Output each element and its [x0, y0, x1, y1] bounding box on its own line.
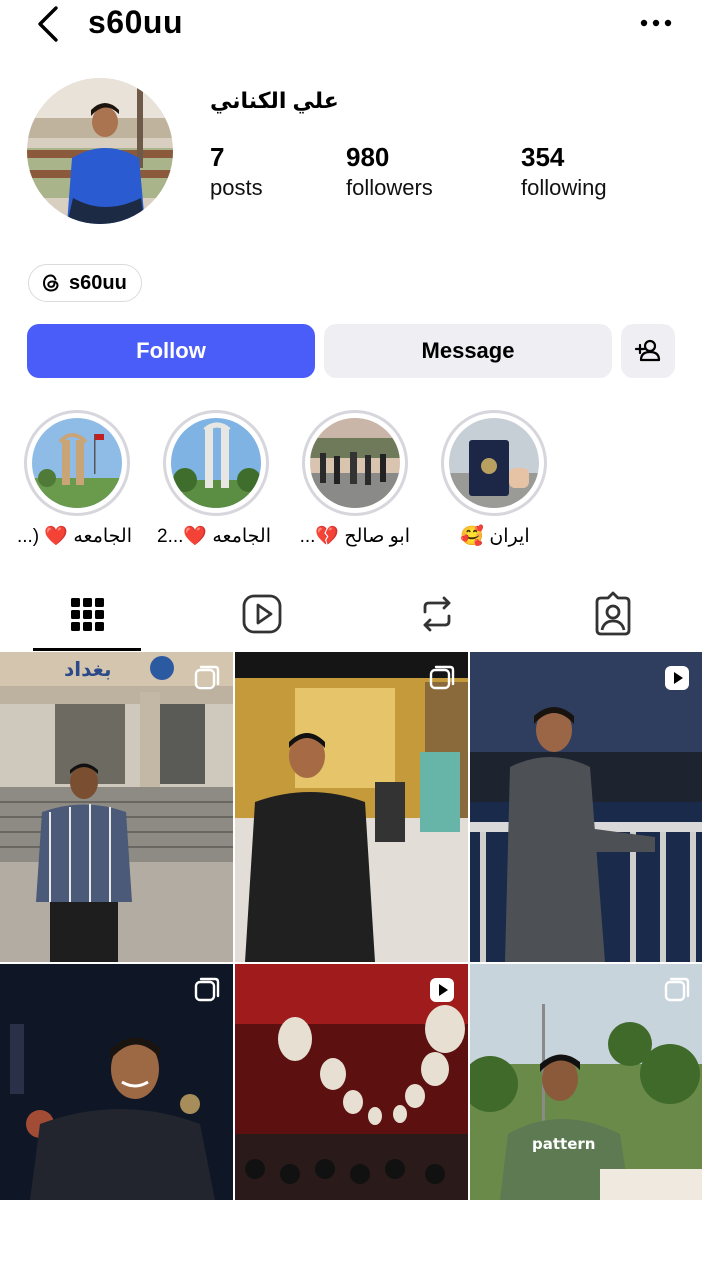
highlight-ring — [441, 410, 547, 516]
highlight-label: الجامعه ❤️ (... — [16, 526, 132, 547]
message-button[interactable]: Message — [324, 324, 612, 378]
repost-icon[interactable] — [413, 590, 461, 638]
post-shirt-text: pattern — [532, 1135, 595, 1153]
posts-count: 7 — [210, 142, 225, 172]
highlight-item[interactable]: الجامعه ❤️ (... — [16, 410, 132, 548]
post-thumbnail[interactable] — [235, 652, 468, 962]
more-horizontal-icon[interactable] — [636, 6, 676, 40]
threads-badge[interactable]: s60uu — [28, 264, 142, 302]
avatar[interactable] — [27, 78, 173, 224]
highlight-item[interactable]: الجامعه ❤️...2 — [156, 410, 271, 548]
active-tab-indicator — [33, 648, 141, 651]
followers-label: followers — [346, 175, 433, 200]
highlight-cover — [32, 418, 122, 508]
highlight-label: ايران 🥰 — [460, 526, 530, 547]
follow-button[interactable]: Follow — [27, 324, 315, 378]
followers-stat[interactable]: 980 followers — [346, 142, 433, 201]
post-thumbnail[interactable] — [0, 964, 233, 1274]
grid-icon[interactable] — [63, 590, 111, 638]
threads-icon — [42, 274, 59, 292]
post-sign-text: بغداد — [64, 657, 111, 681]
highlight-ring — [24, 410, 130, 516]
highlight-item[interactable]: ايران 🥰 — [441, 410, 549, 548]
following-stat[interactable]: 354 following — [521, 142, 607, 201]
following-count: 354 — [521, 142, 565, 172]
post-thumbnail[interactable]: pattern — [470, 964, 702, 1274]
carousel-icon — [194, 977, 220, 1002]
post-thumbnail[interactable]: بغداد — [0, 652, 233, 962]
posts-stat[interactable]: 7 posts — [210, 142, 263, 201]
carousel-icon — [429, 665, 455, 690]
highlight-cover — [171, 418, 261, 508]
profile-username: s60uu — [88, 4, 183, 40]
add-person-icon — [634, 339, 661, 362]
highlight-label: الجامعه ❤️...2 — [156, 526, 271, 547]
post-thumbnail[interactable] — [235, 964, 468, 1274]
highlight-ring — [302, 410, 408, 516]
carousel-icon — [194, 665, 220, 690]
post-thumbnail[interactable] — [470, 652, 702, 962]
reels-icon[interactable] — [238, 590, 286, 638]
chevron-left-icon[interactable] — [30, 4, 66, 44]
highlight-cover — [449, 418, 539, 508]
tagged-person-icon[interactable] — [589, 590, 637, 638]
highlight-item[interactable]: ابو صالح 💔... — [299, 410, 410, 548]
followers-count: 980 — [346, 142, 390, 172]
add-person-button[interactable] — [621, 324, 675, 378]
following-label: following — [521, 175, 607, 200]
highlight-ring — [163, 410, 269, 516]
reel-icon — [665, 666, 689, 690]
carousel-icon — [664, 977, 690, 1002]
threads-handle: s60uu — [69, 271, 127, 294]
reel-icon — [430, 978, 454, 1002]
highlight-cover — [310, 418, 400, 508]
posts-label: posts — [210, 175, 263, 200]
highlight-label: ابو صالح 💔... — [299, 526, 410, 547]
full-name: علي الكناني — [210, 88, 339, 113]
